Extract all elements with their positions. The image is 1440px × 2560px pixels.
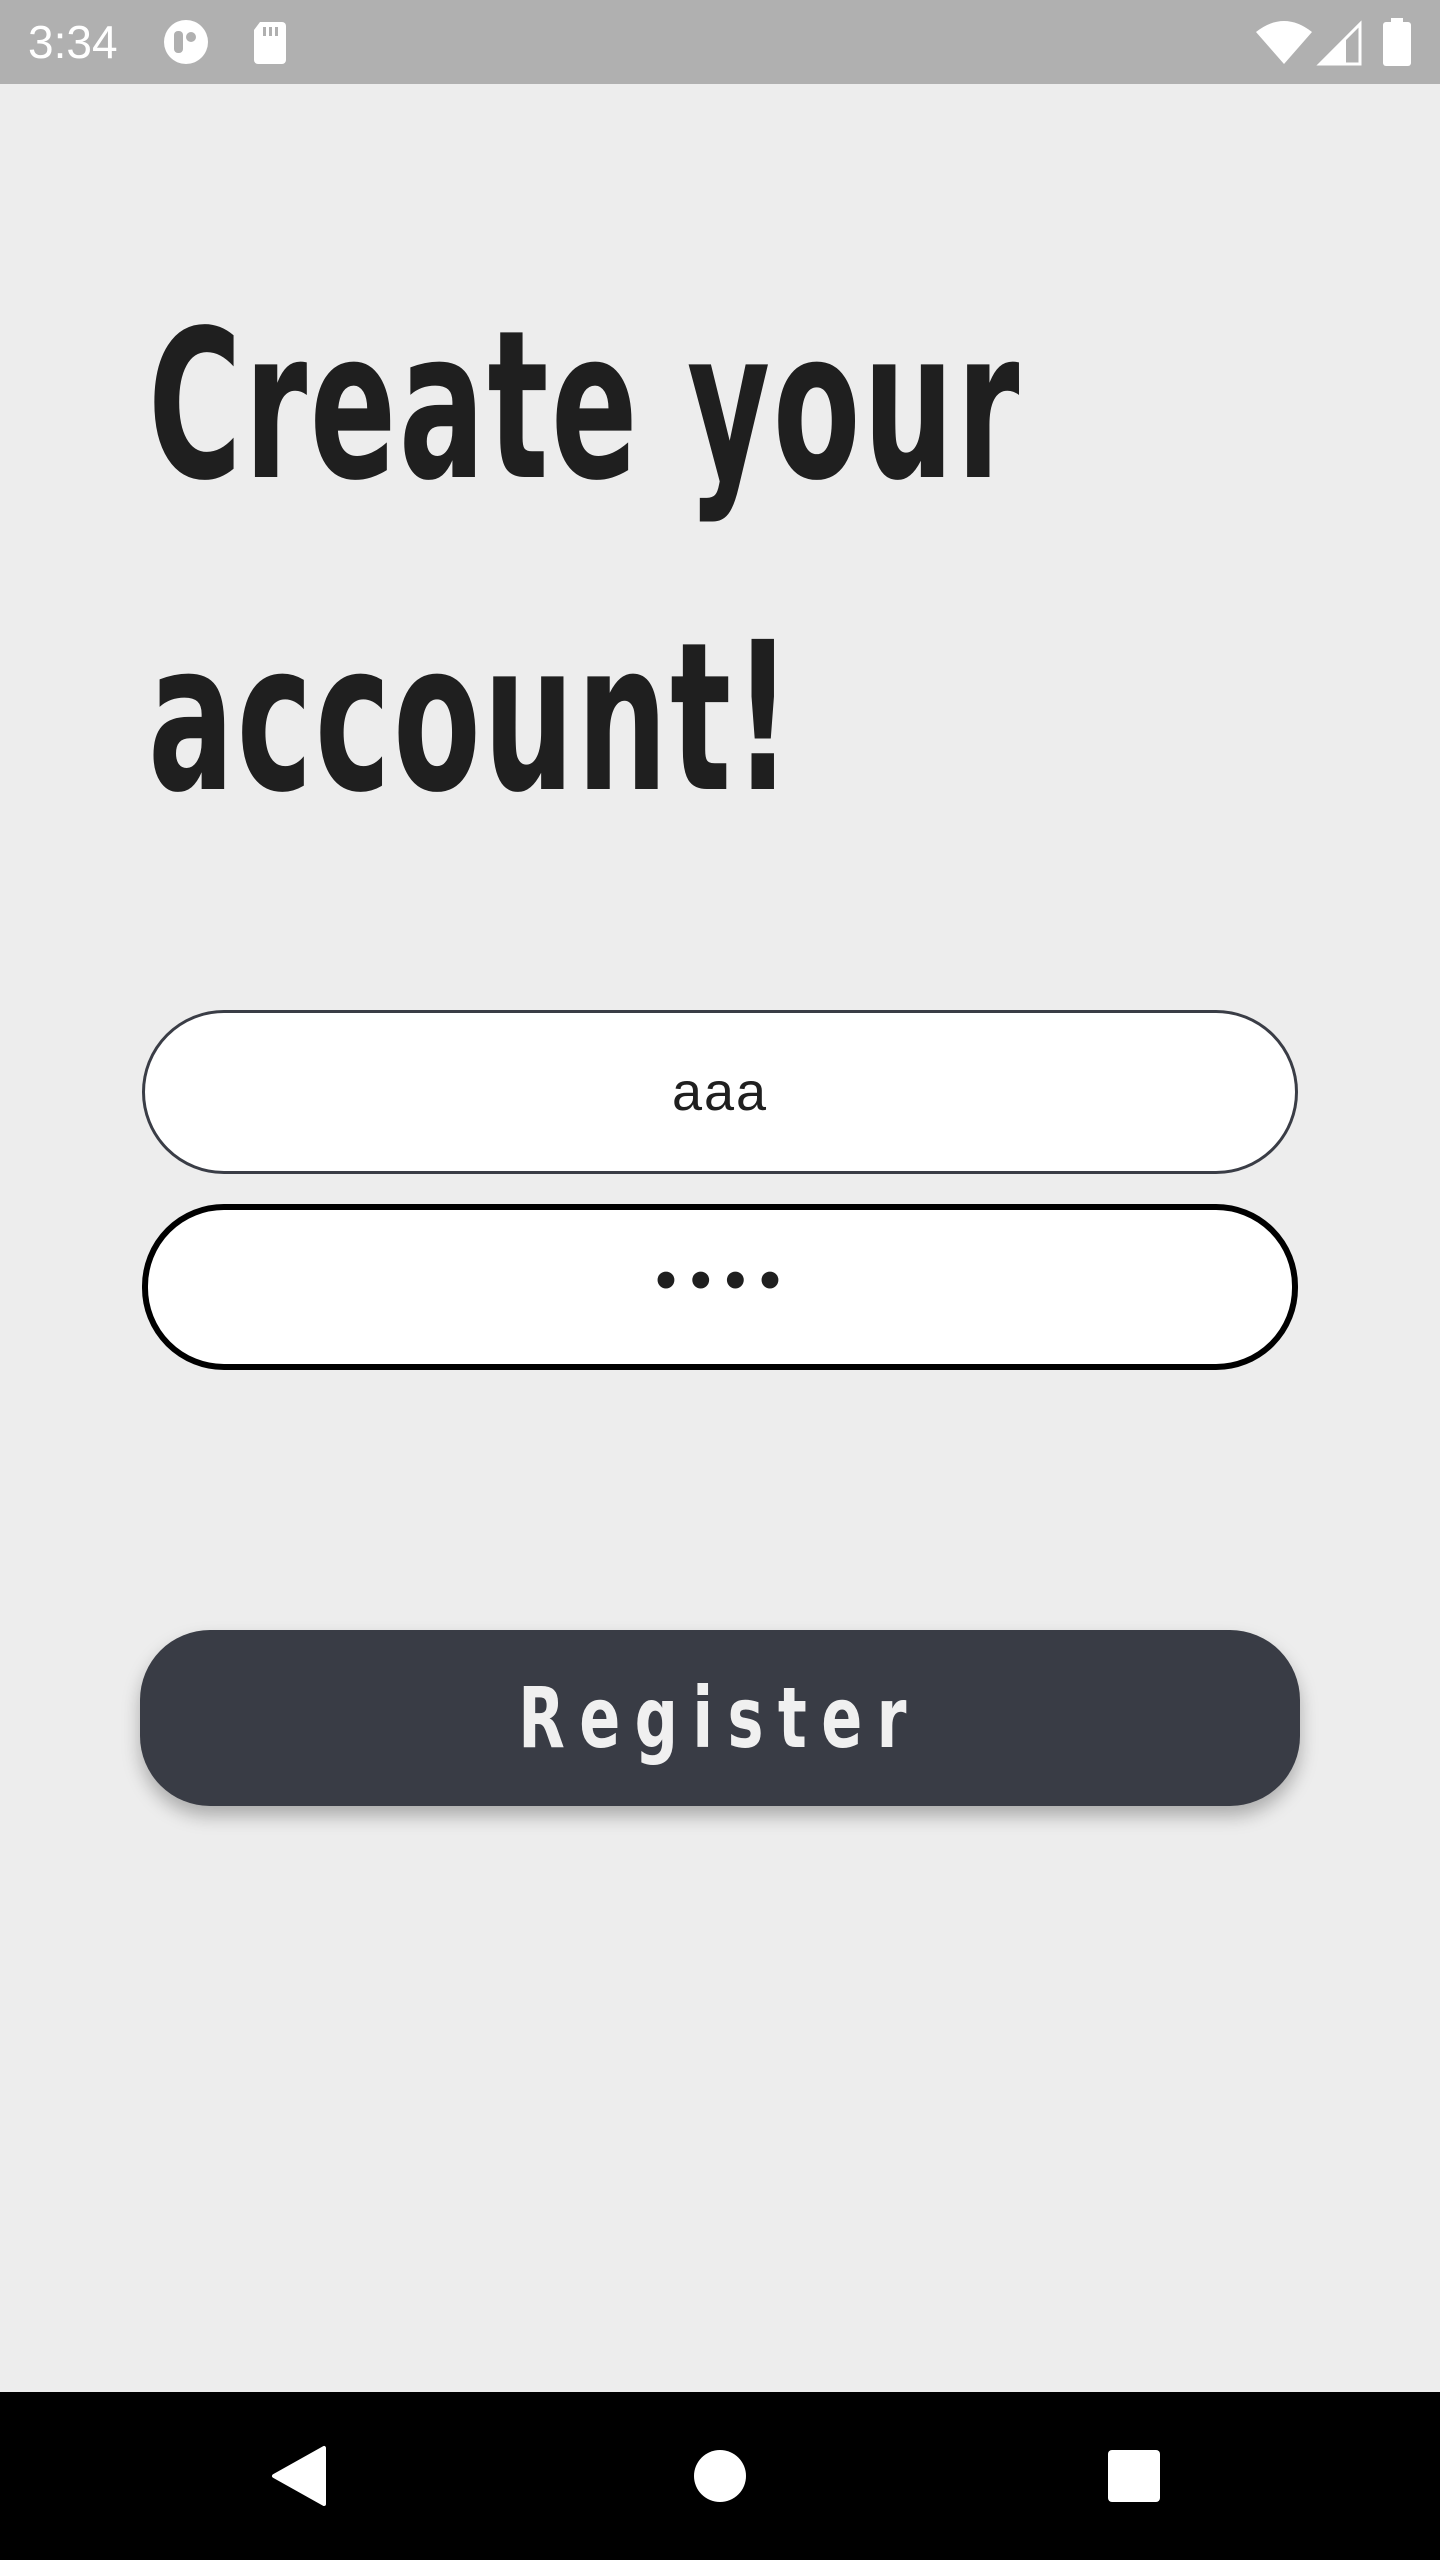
register-button-label: Register [518,1669,922,1767]
wifi-icon [1254,18,1314,66]
page-title-line-1: Create your [148,286,1022,526]
back-icon[interactable] [258,2434,342,2518]
signal-icon [1314,18,1366,66]
home-icon[interactable] [678,2434,762,2518]
app-notification-icon [160,18,212,66]
register-button[interactable]: Register [140,1630,1300,1806]
navigation-bar [0,2392,1440,2560]
status-bar: 3:34 [0,0,1440,84]
battery-icon [1380,18,1414,66]
page-title-line-2: account! [148,598,795,838]
password-field[interactable]: •••• [142,1204,1298,1370]
password-value: •••• [650,1254,790,1310]
recents-icon[interactable] [1092,2434,1176,2518]
page-title: Create your account! [148,250,1022,874]
sd-card-icon [244,18,296,66]
username-value: aaa [671,1062,769,1122]
username-field[interactable]: aaa [142,1010,1298,1174]
register-screen: 3:34 Create your account! aaa •••• Regis… [0,0,1440,2560]
status-time: 3:34 [28,16,118,68]
